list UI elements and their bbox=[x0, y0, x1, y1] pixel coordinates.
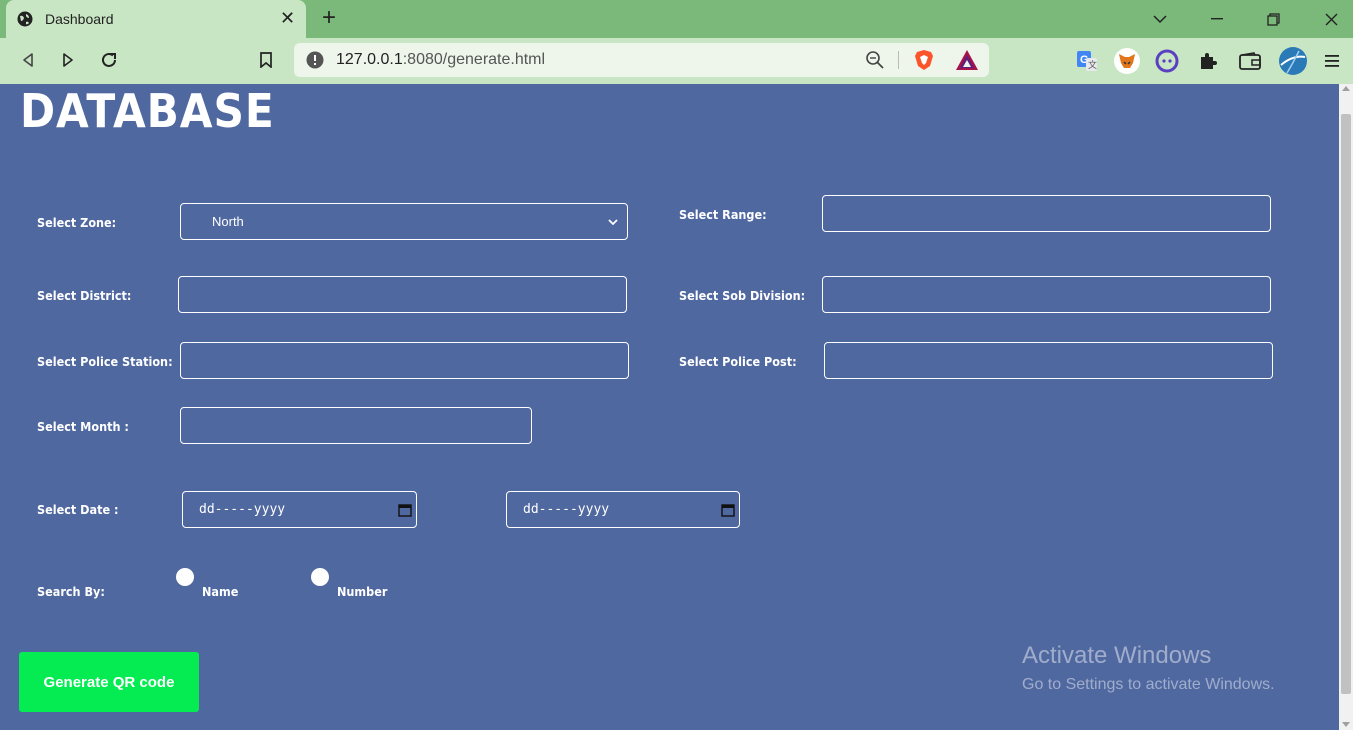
address-bar-divider bbox=[898, 51, 899, 69]
site-info-icon[interactable] bbox=[306, 51, 324, 69]
tab-strip: Dashboard ✕ + bbox=[0, 0, 1353, 38]
globe-icon bbox=[17, 11, 33, 27]
district-label: Select District: bbox=[37, 288, 132, 303]
calendar-icon[interactable] bbox=[721, 503, 735, 517]
date-from-placeholder: dd-----yyyy bbox=[199, 502, 286, 517]
date-from-input[interactable]: dd-----yyyy bbox=[182, 491, 417, 528]
address-bar[interactable]: 127.0.0.1:8080/generate.html bbox=[294, 43, 989, 77]
forward-button[interactable] bbox=[56, 48, 80, 72]
search-by-label: Search By: bbox=[37, 584, 105, 599]
generate-qr-button[interactable]: Generate QR code bbox=[19, 652, 199, 712]
activate-windows-title: Activate Windows bbox=[1022, 642, 1212, 669]
zone-selected-value: North bbox=[212, 214, 244, 229]
extensions-puzzle-icon[interactable] bbox=[1195, 48, 1221, 74]
search-by-name-radio[interactable] bbox=[176, 568, 194, 586]
zoom-icon[interactable] bbox=[865, 50, 885, 70]
reload-button[interactable] bbox=[97, 48, 121, 72]
profile-avatar[interactable] bbox=[1279, 47, 1307, 75]
scroll-thumb[interactable] bbox=[1341, 114, 1351, 694]
range-label: Select Range: bbox=[679, 207, 767, 222]
bookmark-icon[interactable] bbox=[254, 48, 278, 72]
google-translate-icon[interactable]: G文 bbox=[1074, 48, 1100, 74]
search-by-name-label: Name bbox=[202, 584, 239, 599]
svg-text:文: 文 bbox=[1088, 59, 1097, 70]
search-by-number-radio[interactable] bbox=[311, 568, 329, 586]
back-button[interactable] bbox=[16, 48, 40, 72]
zone-select[interactable]: North bbox=[180, 203, 628, 240]
menu-icon[interactable] bbox=[1319, 48, 1345, 74]
range-input[interactable] bbox=[822, 195, 1271, 232]
date-label: Select Date : bbox=[37, 502, 119, 517]
activate-windows-subtitle: Go to Settings to activate Windows. bbox=[1022, 676, 1275, 693]
date-to-input[interactable]: dd-----yyyy bbox=[506, 491, 740, 528]
brave-rewards-icon[interactable] bbox=[955, 49, 979, 71]
restore-button[interactable] bbox=[1262, 8, 1284, 30]
browser-tab-dashboard[interactable]: Dashboard ✕ bbox=[6, 0, 306, 38]
police-station-label: Select Police Station: bbox=[37, 354, 173, 369]
minimize-button[interactable] bbox=[1206, 8, 1228, 30]
brave-shields-icon[interactable] bbox=[913, 49, 935, 71]
zone-label: Select Zone: bbox=[37, 215, 117, 230]
metamask-icon[interactable] bbox=[1114, 48, 1140, 74]
wallet-icon[interactable] bbox=[1237, 48, 1263, 74]
chevron-down-icon bbox=[608, 219, 618, 226]
browser-toolbar: 127.0.0.1:8080/generate.html G文 bbox=[0, 38, 1353, 84]
month-input[interactable] bbox=[180, 407, 532, 444]
date-to-placeholder: dd-----yyyy bbox=[523, 502, 610, 517]
page-title: DATABASE bbox=[20, 84, 275, 138]
scroll-up-arrow-icon[interactable] bbox=[1342, 86, 1350, 91]
police-post-label: Select Police Post: bbox=[679, 354, 797, 369]
page-scrollbar[interactable] bbox=[1339, 84, 1353, 730]
police-station-input[interactable] bbox=[180, 342, 629, 379]
tab-search-icon[interactable] bbox=[1149, 8, 1171, 30]
sub-division-input[interactable] bbox=[822, 276, 1271, 313]
district-input[interactable] bbox=[178, 276, 627, 313]
tab-title: Dashboard bbox=[45, 11, 114, 27]
close-tab-icon[interactable]: ✕ bbox=[280, 9, 295, 27]
new-tab-button[interactable]: + bbox=[322, 6, 336, 30]
police-post-input[interactable] bbox=[824, 342, 1273, 379]
calendar-icon[interactable] bbox=[398, 503, 412, 517]
month-label: Select Month : bbox=[37, 419, 129, 434]
sub-division-label: Select Sob Division: bbox=[679, 288, 806, 303]
search-by-number-label: Number bbox=[337, 584, 388, 599]
close-window-button[interactable] bbox=[1320, 8, 1342, 30]
url-text[interactable]: 127.0.0.1:8080/generate.html bbox=[336, 51, 545, 69]
chatbot-extension-icon[interactable] bbox=[1154, 48, 1180, 74]
scroll-down-arrow-icon[interactable] bbox=[1342, 722, 1350, 727]
